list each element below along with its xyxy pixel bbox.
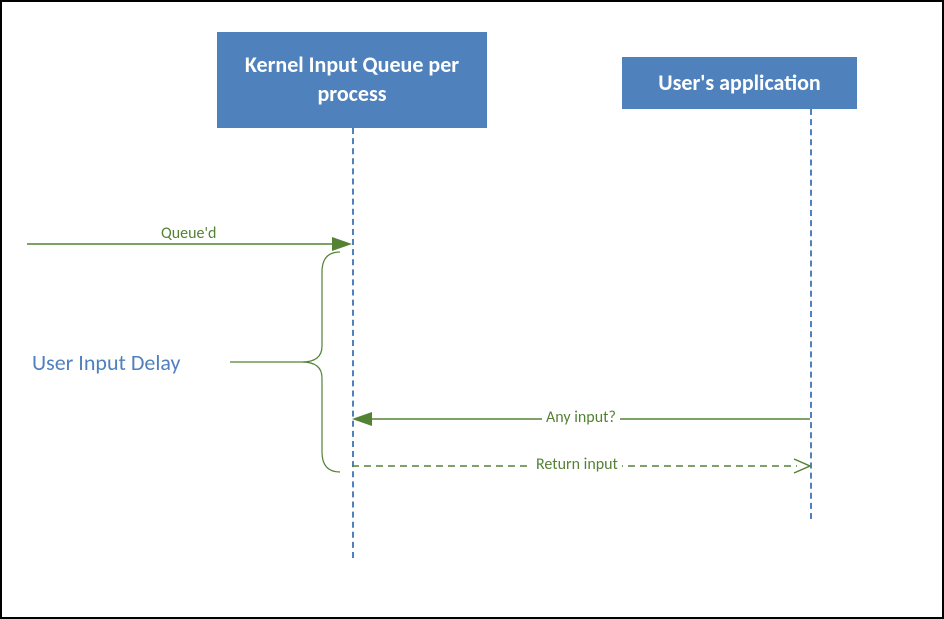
label-any-input: Any input? (542, 408, 620, 427)
lifeline-kernel-queue (352, 128, 354, 558)
label-return-input: Return input (532, 455, 622, 474)
participant-kernel-queue-label: Kernel Input Queue per process (227, 51, 477, 108)
label-user-input-delay: User Input Delay (32, 349, 181, 376)
sequence-diagram-frame: Kernel Input Queue per process User's ap… (0, 0, 944, 619)
participant-user-app-label: User's application (658, 69, 820, 98)
participant-user-app: User's application (622, 57, 857, 109)
participant-kernel-queue: Kernel Input Queue per process (217, 32, 487, 128)
label-queued: Queue'd (157, 224, 220, 243)
delay-span-bracket (230, 250, 342, 474)
